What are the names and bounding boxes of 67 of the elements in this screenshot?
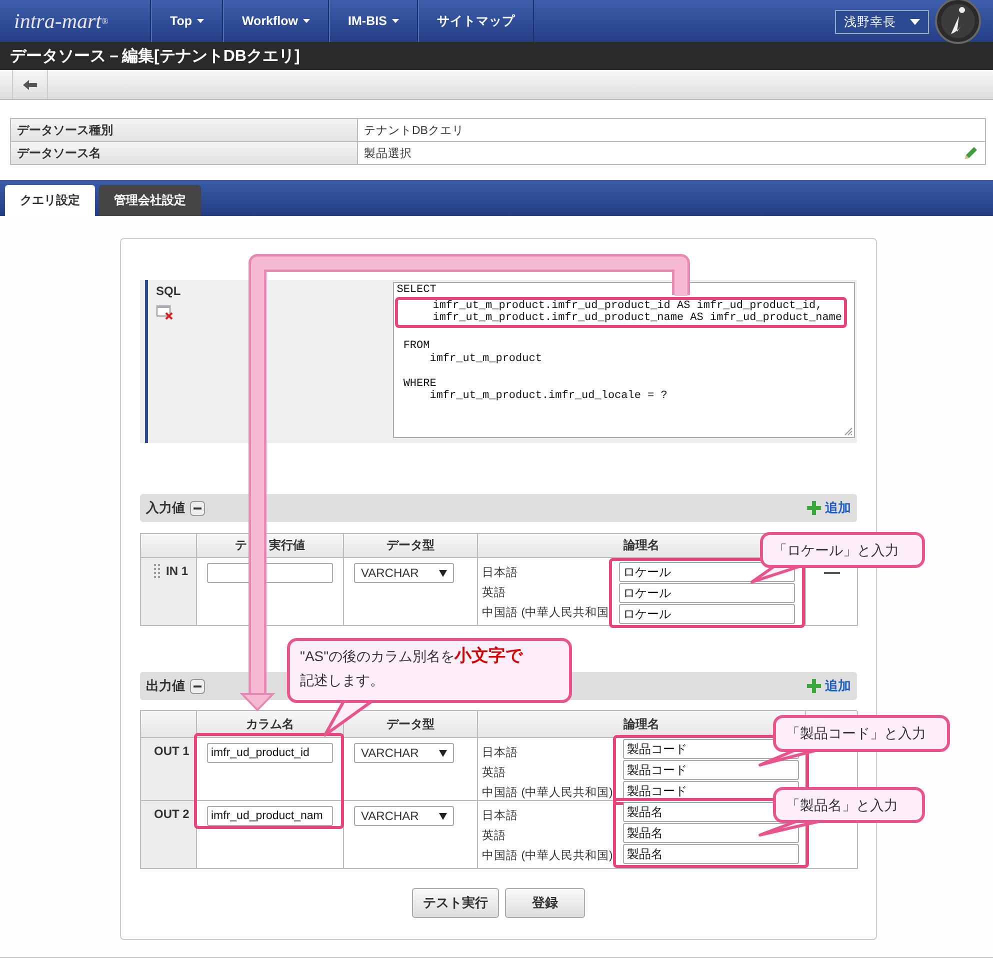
language-label: 英語: [482, 586, 507, 601]
input-field[interactable]: 製品名: [622, 823, 799, 843]
tab[interactable]: クエリ設定: [5, 185, 95, 216]
caret-icon: [303, 19, 310, 23]
field-label: データソース種別: [11, 119, 358, 141]
code-line: imfr_ut_m_product.imfr_ud_product_id AS imfr_ud_product_id,: [432, 300, 822, 312]
row-label: OUT 2: [154, 807, 190, 821]
action-button[interactable]: 登録: [505, 888, 585, 918]
input-field[interactable]: 製品名: [622, 844, 799, 864]
callout-text: 記述します。: [300, 671, 385, 690]
language-label: 英語: [482, 766, 507, 781]
add-link[interactable]: 追加: [807, 499, 851, 517]
language-label: 日本語: [482, 808, 519, 824]
row-label: OUT 1: [154, 744, 190, 758]
input-field[interactable]: ロケール: [619, 604, 796, 624]
sql-editor[interactable]: SELECT imfr_ut_m_product.imfr_ud_product_id AS imfr_ud_product_id, imfr_ut_m_product.imfr_ud_product_name AS imfr_ud_product_name FROM imfr_ut_m_product WHERE imfr_ut_m_product.imfr_ud_locale = ?: [392, 282, 855, 438]
language-label: 日本語: [482, 746, 519, 761]
code-line: imfr_ut_m_product: [428, 352, 542, 365]
column-header: データ型: [344, 534, 478, 558]
input-field[interactable]: 製品コード: [622, 760, 799, 780]
clear-icon[interactable]: [156, 304, 174, 320]
caret-icon: [910, 19, 920, 25]
drag-handle-icon[interactable]: [154, 564, 160, 578]
add-link[interactable]: 追加: [807, 677, 851, 695]
field-value: 製品選択: [364, 146, 412, 160]
section-title: 出力値: [146, 677, 185, 695]
code-line: imfr_ut_m_product.imfr_ud_product_name AS imfr_ud_product_name: [432, 312, 842, 324]
back-arrow-icon: [23, 80, 37, 90]
type-select[interactable]: VARCHAR: [354, 806, 454, 826]
field-label: SQL: [156, 284, 181, 298]
plus-icon: [807, 501, 821, 515]
code-line: WHERE: [402, 378, 436, 390]
code-line: imfr_ut_m_product.imfr_ud_locale = ?: [428, 390, 668, 402]
code-line: FROM: [402, 340, 430, 352]
caret-icon: [196, 19, 204, 23]
user-menu[interactable]: 浅野幸長: [835, 10, 929, 34]
input-field[interactable]: imfr_ud_product_id: [207, 743, 333, 763]
type-select[interactable]: VARCHAR: [354, 743, 454, 763]
language-label: 中国語 (中華人民共和国: [482, 606, 610, 621]
remove-icon[interactable]: [824, 572, 840, 575]
tab[interactable]: 管理会社設定: [99, 185, 201, 216]
input-field[interactable]: imfr_ud_product_nam: [207, 806, 333, 826]
plus-icon: [807, 679, 821, 693]
type-select[interactable]: VARCHAR: [354, 563, 454, 583]
language-label: 英語: [482, 828, 507, 844]
field-label: データソース名: [11, 142, 358, 164]
language-label: 日本語: [482, 566, 519, 581]
language-label: 中国語 (中華人民共和国): [482, 786, 613, 801]
caret-icon: [439, 812, 447, 820]
back-button[interactable]: [12, 70, 48, 99]
emblem-icon[interactable]: [935, 0, 981, 44]
language-label: 中国語 (中華人民共和国): [482, 848, 613, 864]
collapse-icon[interactable]: [190, 500, 205, 516]
input-field[interactable]: ロケール: [619, 583, 796, 603]
action-button[interactable]: テスト実行: [412, 888, 499, 918]
collapse-icon[interactable]: [190, 678, 205, 694]
resize-grip-icon[interactable]: [844, 427, 853, 436]
caret-icon: [439, 750, 447, 756]
caret-icon: [392, 19, 399, 23]
column-header: データ型: [344, 711, 478, 738]
caret-icon: [439, 570, 447, 576]
section-title: 入力値: [146, 499, 185, 517]
field-value: テナントDBクエリ: [364, 124, 464, 138]
row-label: IN 1: [166, 564, 188, 578]
callout-text: "AS"の後のカラム別名を小文字で: [300, 645, 524, 667]
code-line: SELECT: [396, 284, 436, 296]
pencil-icon[interactable]: [963, 145, 979, 161]
